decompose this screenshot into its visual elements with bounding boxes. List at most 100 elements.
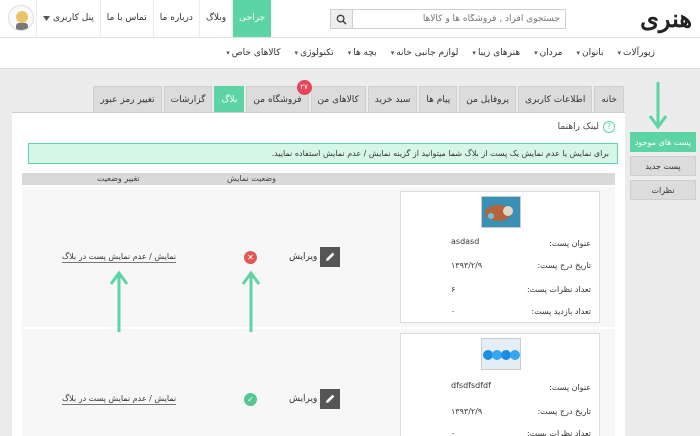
chevron-down-icon: ▾ xyxy=(617,49,622,57)
nav-item-blog[interactable]: وبلاگ xyxy=(198,0,232,37)
post-title-value: dfsdfsdfdf xyxy=(451,381,491,390)
question-icon: ? xyxy=(603,121,615,133)
post-date-value: ۱۳۹۳/۲/۹ xyxy=(451,261,483,270)
category-label: بانوان xyxy=(582,48,604,58)
pencil-icon xyxy=(320,389,341,409)
tab-user-info[interactable]: اطلاعات کاربری xyxy=(517,86,593,112)
category-label: زیورآلات xyxy=(623,48,655,58)
tab-change-password[interactable]: تغییر رمز عبور xyxy=(93,86,162,112)
category-label: مردان xyxy=(539,48,563,58)
help-label: لینک راهنما xyxy=(557,122,599,132)
category-label: هنرهای زیبا xyxy=(477,48,521,58)
side-item-comments[interactable]: نظرات xyxy=(630,180,696,200)
category-women[interactable]: بانوان▾ xyxy=(570,38,611,69)
chevron-down-icon: ▾ xyxy=(576,49,581,57)
side-item-existing-posts[interactable]: پست های موجود xyxy=(630,132,696,152)
chevron-down-icon: ▾ xyxy=(294,49,299,57)
blog-panel: ? لینک راهنما برای نمایش یا عدم نمایش یک… xyxy=(12,112,625,436)
post-views-label: تعداد بازدید پست: xyxy=(531,307,591,316)
pencil-icon xyxy=(320,247,341,267)
annotation-arrow-up-icon xyxy=(241,270,261,332)
post-image xyxy=(482,339,520,369)
nav-item-about[interactable]: درباره ما xyxy=(152,0,199,37)
search-input[interactable] xyxy=(355,10,565,28)
post-thumbnail[interactable] xyxy=(481,338,521,370)
post-date-label: تاریخ درج پست: xyxy=(537,407,591,416)
post-comments-label: تعداد نظرات پست: xyxy=(526,429,591,436)
table-header: وضعیت نمایش تغییر وضعیت xyxy=(22,173,615,185)
edit-post-button[interactable]: ویرایش xyxy=(289,247,341,267)
chevron-down-icon: ▾ xyxy=(390,49,395,57)
nav-item-contact[interactable]: تماس با ما xyxy=(99,0,153,37)
help-link[interactable]: ? لینک راهنما xyxy=(558,121,615,133)
toggle-visibility-link[interactable]: نمایش / عدم نمایش پست در بلاگ xyxy=(62,251,177,263)
category-special[interactable]: کالاهای خاص▾ xyxy=(219,38,287,69)
tab-messages[interactable]: پیام ها xyxy=(419,86,458,112)
category-label: لوازم جانبی خانه xyxy=(396,48,459,58)
account-tabs: خانه اطلاعات کاربری پروفایل من پیام ها س… xyxy=(91,80,624,112)
category-bar: زیورآلات▾ بانوان▾ مردان▾ هنرهای زیبا▾ لو… xyxy=(0,38,700,69)
category-technology[interactable]: تکنولوژی▾ xyxy=(288,38,341,69)
chevron-down-icon: ▾ xyxy=(226,49,230,57)
tab-cart[interactable]: سبد خرید xyxy=(367,86,418,112)
post-thumbnail[interactable] xyxy=(481,196,521,228)
tab-reports[interactable]: گزارشات xyxy=(163,86,213,112)
post-date-value: ۱۳۹۳/۲/۹ xyxy=(451,407,483,416)
tab-my-profile[interactable]: پروفایل من xyxy=(459,86,516,112)
caret-down-icon xyxy=(43,16,50,21)
post-card: عنوان پست: asdasd تاریخ درج پست: ۱۳۹۳/۲/… xyxy=(400,191,600,323)
user-avatar[interactable] xyxy=(8,5,34,31)
tab-home[interactable]: خانه xyxy=(594,86,624,112)
header-status: وضعیت نمایش xyxy=(227,174,277,183)
post-comments-value: ۶ xyxy=(451,285,456,294)
post-card: عنوان پست: dfsdfsdfdf تاریخ درج پست: ۱۳۹… xyxy=(400,333,600,436)
category-label: بچه ها xyxy=(353,48,377,58)
edit-label: ویرایش xyxy=(289,252,318,262)
tab-my-shop[interactable]: فروشگاه من ۲۷ xyxy=(246,80,312,112)
tab-my-products[interactable]: کالاهای من xyxy=(310,86,366,112)
annotation-arrow-down-icon xyxy=(648,82,668,130)
tab-blog[interactable]: بلاگ xyxy=(214,86,245,112)
side-item-new-post[interactable]: پست جدید xyxy=(630,156,696,176)
user-panel-label: پنل کاربری xyxy=(53,13,94,23)
post-comments-value: ۰ xyxy=(451,429,456,436)
edit-post-button[interactable]: ویرایش xyxy=(289,389,341,409)
top-nav: جراحی وبلاگ درباره ما تماس با ما پنل کار… xyxy=(36,0,272,37)
notification-badge: ۲۷ xyxy=(296,80,312,95)
chevron-down-icon: ▾ xyxy=(472,49,476,57)
category-fine-arts[interactable]: هنرهای زیبا▾ xyxy=(465,38,527,69)
category-men[interactable]: مردان▾ xyxy=(527,38,569,69)
nav-item-surgery[interactable]: جراحی xyxy=(232,0,272,37)
chevron-down-icon: ▾ xyxy=(347,49,352,57)
category-jewelry[interactable]: زیورآلات▾ xyxy=(611,38,662,69)
post-title-value: asdasd xyxy=(451,237,480,246)
tab-label: فروشگاه من xyxy=(253,95,302,105)
search-button[interactable] xyxy=(331,10,353,28)
hidden-status-icon: ✕ xyxy=(244,251,257,264)
user-panel-menu[interactable]: پنل کاربری xyxy=(36,0,100,37)
post-views-value: ۰ xyxy=(451,307,456,316)
info-notice: برای نمایش یا عدم نمایش یک پست از بلاگ ش… xyxy=(28,143,618,164)
search-box xyxy=(330,9,566,29)
annotation-arrow-up-icon xyxy=(109,270,129,332)
post-title-label: عنوان پست: xyxy=(549,239,591,248)
edit-label: ویرایش xyxy=(289,394,318,404)
header-change-status: تغییر وضعیت xyxy=(97,174,140,183)
visible-status-icon: ✓ xyxy=(244,393,257,406)
category-label: کالاهای خاص xyxy=(231,48,281,58)
category-list: زیورآلات▾ بانوان▾ مردان▾ هنرهای زیبا▾ لو… xyxy=(219,38,662,69)
chevron-down-icon: ▾ xyxy=(534,49,538,57)
page: هنری جراحی وبلاگ درباره ما تماس با ما پن… xyxy=(0,0,700,436)
site-logo[interactable]: هنری xyxy=(572,5,693,33)
post-comments-label: تعداد نظرات پست: xyxy=(526,285,591,294)
post-title-label: عنوان پست: xyxy=(549,383,591,392)
blog-side-menu: پست های موجود پست جدید نظرات xyxy=(630,132,696,204)
avatar-icon xyxy=(16,11,28,30)
category-kids[interactable]: بچه ها▾ xyxy=(341,38,384,69)
category-home-accessories[interactable]: لوازم جانبی خانه▾ xyxy=(384,38,466,69)
toggle-visibility-link[interactable]: نمایش / عدم نمایش پست در بلاگ xyxy=(62,393,177,405)
post-image xyxy=(482,197,520,227)
table-row: عنوان پست: dfsdfsdfdf تاریخ درج پست: ۱۳۹… xyxy=(22,329,615,436)
category-label: تکنولوژی xyxy=(300,48,334,58)
post-date-label: تاریخ درج پست: xyxy=(537,261,591,270)
